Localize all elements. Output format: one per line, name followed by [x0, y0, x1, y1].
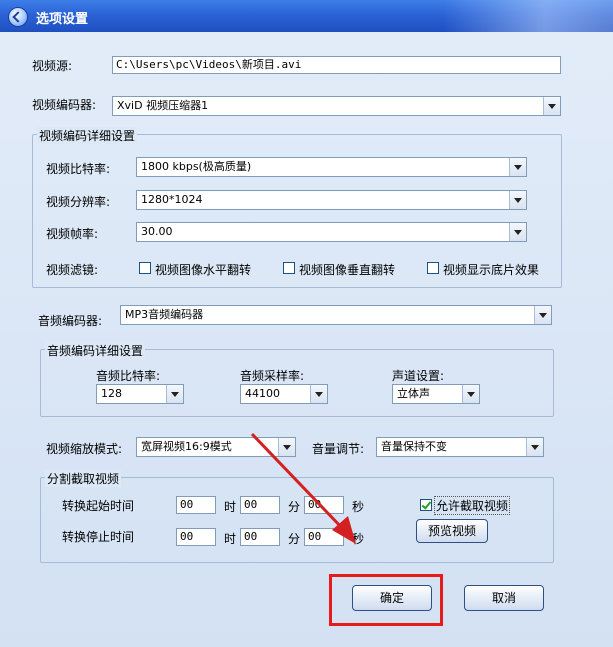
annotation-arrow [250, 432, 356, 544]
